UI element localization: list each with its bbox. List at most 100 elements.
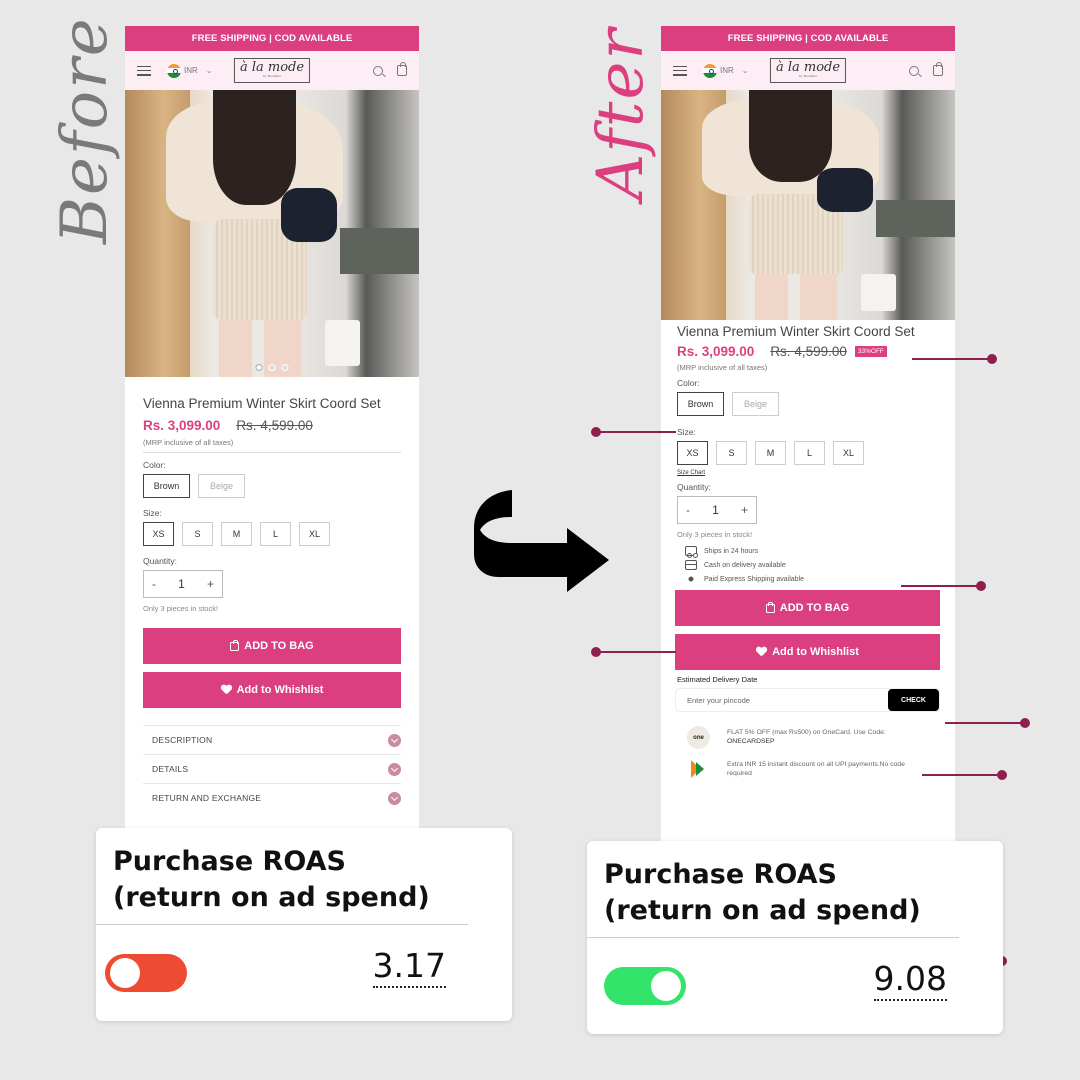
metric-toggle-off[interactable] [105, 954, 187, 992]
site-header: INR ⌄ à la mode by Morakhe [661, 51, 955, 90]
carousel-dot[interactable] [255, 364, 263, 371]
accordion-label: DETAILS [152, 764, 189, 774]
size-option-s[interactable]: S [716, 441, 747, 465]
quantity-stepper: - 1 + [677, 496, 757, 524]
color-option-beige[interactable]: Beige [732, 392, 779, 416]
sale-price: Rs. 3,099.00 [677, 344, 755, 359]
callout-connector [912, 354, 997, 364]
size-option-xl[interactable]: XL [833, 441, 864, 465]
product-image[interactable] [125, 90, 419, 377]
onecard-logo-icon: one [687, 726, 710, 749]
accordion-label: RETURN AND EXCHANGE [152, 793, 262, 803]
carousel-dot[interactable] [268, 364, 276, 371]
logo-subtext: by Morakhe [262, 74, 282, 78]
menu-icon[interactable] [673, 65, 687, 76]
stock-note: Only 3 pieces in stock! [677, 530, 753, 539]
size-option-m[interactable]: M [755, 441, 786, 465]
metric-title-line1: Purchase ROAS [604, 859, 837, 890]
pincode-checker: CHECK [675, 688, 940, 712]
qty-value[interactable]: 1 [712, 503, 719, 517]
carousel-dots [255, 364, 289, 371]
feature-item: Paid Express Shipping available [677, 574, 937, 584]
offer-item: Extra INR 15 instant discount on all UPI… [687, 758, 955, 781]
after-label: After [584, 27, 658, 200]
estimated-delivery-label: Estimated Delivery Date [677, 675, 758, 684]
accordion-details[interactable]: DETAILS [143, 754, 401, 783]
offer-text: FLAT 5% OFF (max Rs500) on OneCard. Use … [727, 729, 886, 736]
stock-note: Only 3 pieces in stock! [143, 604, 219, 613]
qty-value[interactable]: 1 [178, 577, 185, 591]
add-to-wishlist-button[interactable]: Add to Whishlist [143, 672, 401, 708]
feature-text: Ships in 24 hours [704, 547, 759, 555]
product-title: Vienna Premium Winter Skirt Coord Set [143, 396, 381, 411]
carousel-dot[interactable] [281, 364, 289, 371]
before-product-page: FREE SHIPPING | COD AVAILABLE INR ⌄ à la… [125, 26, 419, 836]
check-button[interactable]: CHECK [888, 689, 939, 711]
size-option-l[interactable]: L [260, 522, 291, 546]
shopping-bag-icon [765, 601, 775, 613]
metric-title: Purchase ROAS (return on ad spend) [587, 841, 1003, 929]
pincode-input[interactable] [676, 689, 888, 711]
size-option-l[interactable]: L [794, 441, 825, 465]
toggle-knob [651, 971, 681, 1001]
store-logo[interactable]: à la mode by Morakhe [769, 58, 847, 83]
chevron-down-icon [388, 762, 401, 776]
logo-text: à la mode [239, 60, 305, 75]
color-label: Color: [143, 460, 166, 470]
chevron-down-icon: ⌄ [205, 66, 213, 75]
search-icon[interactable] [373, 65, 383, 76]
shopping-bag-icon[interactable] [397, 62, 407, 76]
toggle-knob [110, 958, 140, 988]
callout-connector [945, 718, 1030, 728]
size-label: Size: [143, 508, 162, 518]
original-price: Rs. 4,599.00 [770, 344, 847, 359]
shopping-bag-icon[interactable] [933, 62, 943, 76]
size-chart-link[interactable]: Size Chart [677, 470, 937, 476]
qty-decrease-button[interactable]: - [686, 503, 690, 517]
quantity-label: Quantity: [677, 482, 712, 492]
product-image[interactable] [661, 90, 955, 320]
divider [587, 937, 959, 938]
accordion-return-exchange[interactable]: RETURN AND EXCHANGE [143, 783, 401, 812]
qty-increase-button[interactable]: + [741, 503, 748, 517]
after-product-page: FREE SHIPPING | COD AVAILABLE INR ⌄ à la… [661, 26, 955, 846]
add-to-wishlist-label: Add to Whishlist [236, 684, 324, 696]
before-label: Before [48, 16, 122, 244]
size-option-xl[interactable]: XL [299, 522, 330, 546]
quantity-stepper: - 1 + [143, 570, 223, 598]
metric-title-line1: Purchase ROAS [113, 846, 346, 877]
currency-selector[interactable]: INR ⌄ [167, 63, 213, 78]
add-to-bag-button[interactable]: ADD TO BAG [675, 590, 940, 626]
divider [143, 452, 401, 453]
color-option-brown[interactable]: Brown [143, 474, 190, 498]
promo-banner: FREE SHIPPING | COD AVAILABLE [125, 26, 419, 51]
add-to-wishlist-label: Add to Whishlist [772, 646, 859, 658]
metric-title: Purchase ROAS (return on ad spend) [96, 828, 512, 916]
qty-increase-button[interactable]: + [207, 577, 214, 591]
menu-icon[interactable] [137, 65, 151, 76]
size-option-xs[interactable]: XS [143, 522, 174, 546]
chevron-down-icon [388, 733, 401, 747]
color-option-brown[interactable]: Brown [677, 392, 724, 416]
size-option-m[interactable]: M [221, 522, 252, 546]
offer-item: one FLAT 5% OFF (max Rs500) on OneCard. … [687, 726, 955, 749]
site-header: INR ⌄ à la mode by Morakhe [125, 51, 419, 90]
metric-toggle-on[interactable] [604, 967, 686, 1005]
size-option-s[interactable]: S [182, 522, 213, 546]
feature-text: Cash on delivery available [704, 561, 786, 569]
add-to-wishlist-button[interactable]: Add to Whishlist [675, 634, 940, 670]
callout-connector [591, 427, 676, 437]
size-option-xs[interactable]: XS [677, 441, 708, 465]
divider [96, 924, 468, 925]
add-to-bag-button[interactable]: ADD TO BAG [143, 628, 401, 664]
shopping-bag-icon [230, 639, 240, 651]
store-logo[interactable]: à la mode by Morakhe [233, 58, 311, 83]
search-icon[interactable] [909, 65, 919, 76]
qty-decrease-button[interactable]: - [152, 577, 156, 591]
metric-title-line2: (return on ad spend) [113, 882, 430, 913]
logo-text: à la mode [775, 60, 841, 75]
original-price: Rs. 4,599.00 [236, 418, 313, 433]
accordion-description[interactable]: DESCRIPTION [143, 725, 401, 754]
currency-selector[interactable]: INR ⌄ [703, 63, 748, 78]
color-option-beige[interactable]: Beige [198, 474, 245, 498]
